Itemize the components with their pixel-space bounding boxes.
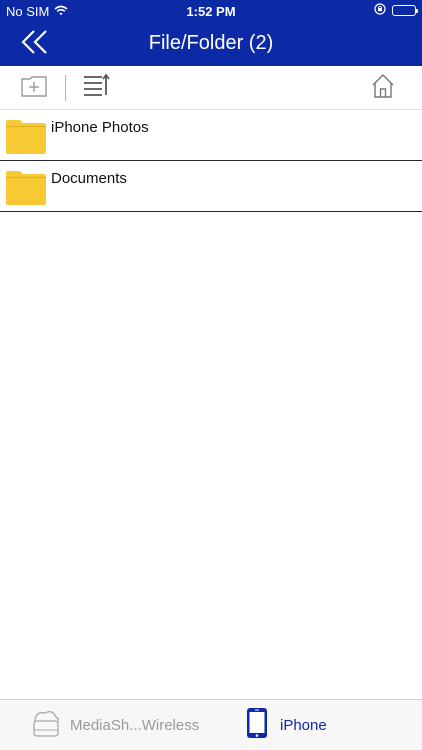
home-button[interactable] [370,73,396,104]
folder-icon [6,120,46,154]
status-bar: No SIM 1:52 PM [0,0,422,22]
home-icon [371,73,395,104]
sort-button[interactable] [82,73,110,104]
tab-bar: MediaSh...Wireless iPhone [0,699,422,750]
folder-label: iPhone Photos [51,119,149,136]
new-folder-button[interactable] [20,74,48,102]
status-time: 1:52 PM [186,4,236,19]
iphone-icon [246,707,268,744]
status-right [374,3,418,18]
new-folder-icon [20,74,48,103]
folder-row[interactable]: Documents [0,161,422,212]
sort-icon [82,73,110,104]
battery-icon [392,5,418,16]
tab-media-share-wireless[interactable]: MediaSh...Wireless [32,700,199,750]
toolbar-divider [65,75,66,101]
orientation-lock-icon [374,3,386,18]
header: No SIM 1:52 PM File/Folder (2) [0,0,422,66]
nav-bar: File/Folder (2) [0,22,422,66]
folder-row[interactable]: iPhone Photos [0,110,422,161]
wireless-drive-icon [32,708,60,743]
toolbar [0,66,422,110]
page-title: File/Folder (2) [148,32,274,54]
tab-iphone[interactable]: iPhone [246,700,327,750]
tab-label: iPhone [280,716,327,734]
folder-icon [6,171,46,205]
tab-label: MediaSh...Wireless [70,716,200,734]
file-list: iPhone Photos Documents [0,110,422,212]
folder-label: Documents [51,170,127,187]
